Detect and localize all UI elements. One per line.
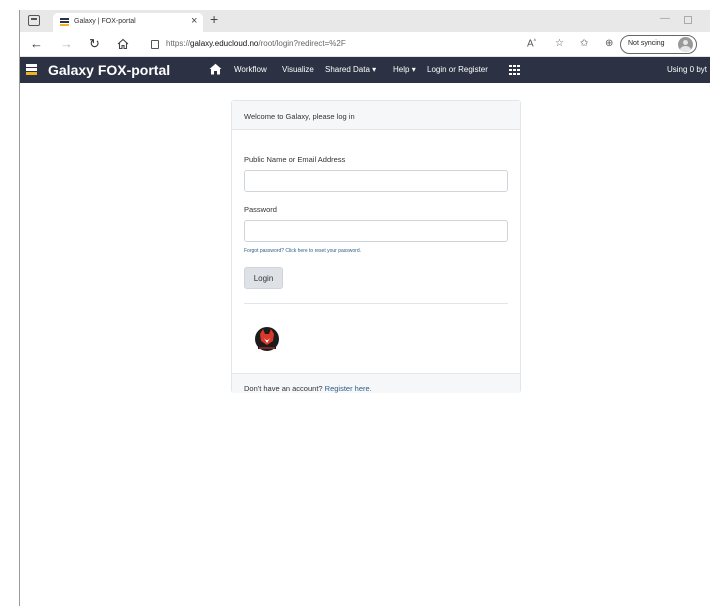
refresh-icon[interactable]: ↻ [89, 36, 100, 52]
minimize-icon[interactable]: — [660, 13, 670, 24]
address-bar[interactable]: https://galaxy.educloud.no/root/login?re… [166, 39, 346, 48]
new-tab-icon[interactable]: + [210, 11, 218, 27]
menu-login-register[interactable]: Login or Register [427, 65, 488, 74]
password-field[interactable] [244, 220, 508, 242]
read-aloud-icon[interactable]: Aᴬ [527, 38, 536, 49]
login-heading: Welcome to Galaxy, please log in [244, 112, 355, 121]
galaxy-logo-icon[interactable] [26, 64, 37, 76]
password-label: Password [244, 205, 277, 214]
close-tab-icon[interactable]: × [191, 15, 197, 27]
login-card-footer: Don't have an account? Register here. [232, 373, 520, 393]
menu-help-label: Help [393, 65, 410, 74]
home-nav-icon[interactable] [209, 63, 222, 75]
sync-label: Not syncing [628, 40, 665, 47]
url-prefix: https:// [166, 39, 191, 48]
grid-apps-icon[interactable] [509, 65, 520, 75]
profile-sync-button[interactable]: Not syncing [620, 35, 697, 54]
register-link[interactable]: Register here. [325, 384, 372, 393]
menu-visualize[interactable]: Visualize [282, 65, 314, 74]
register-prompt-text: Don't have an account? [244, 384, 325, 393]
favorites-icon[interactable]: ✩ [580, 38, 588, 49]
email-field[interactable] [244, 170, 508, 192]
galaxy-favicon-icon [60, 18, 69, 27]
collections-icon[interactable]: ⊕ [605, 38, 613, 49]
caret-down-icon: ▾ [411, 65, 416, 74]
galaxy-masthead: Galaxy FOX-portal Workflow Visualize Sha… [20, 57, 710, 83]
menu-shared-data-label: Shared Data [325, 65, 370, 74]
menu-help[interactable]: Help ▾ [393, 65, 416, 74]
home-icon[interactable] [117, 38, 129, 50]
tab-strip: Galaxy | FOX-portal × + — [20, 10, 710, 32]
browser-tab[interactable]: Galaxy | FOX-portal × [53, 13, 203, 32]
back-arrow-icon[interactable]: ← [30, 36, 43, 52]
navigation-bar: ← → ↻ https://galaxy.educloud.no/root/lo… [20, 32, 710, 57]
tab-title: Galaxy | FOX-portal [74, 18, 136, 25]
register-prompt: Don't have an account? Register here. [244, 384, 372, 393]
menu-shared-data[interactable]: Shared Data ▾ [325, 65, 376, 74]
browser-window: Galaxy | FOX-portal × + — ← → ↻ https://… [19, 10, 710, 606]
forgot-password-link[interactable]: Forgot password? Click here to reset you… [244, 248, 361, 254]
forward-arrow-icon[interactable]: → [60, 36, 73, 52]
lock-icon[interactable] [151, 40, 159, 49]
quota-usage: Using 0 byt [667, 65, 708, 74]
email-label: Public Name or Email Address [244, 155, 346, 164]
url-path: /root/login?redirect=%2F [258, 39, 346, 48]
divider [244, 303, 508, 304]
add-favorite-icon[interactable]: ☆ [555, 38, 564, 49]
brand-title[interactable]: Galaxy FOX-portal [48, 62, 170, 78]
fox-portal-logo-icon [255, 327, 279, 351]
profile-icon [678, 37, 693, 52]
login-card-header: Welcome to Galaxy, please log in [232, 101, 520, 130]
tab-actions-icon[interactable] [28, 15, 40, 26]
maximize-icon[interactable] [684, 16, 692, 24]
login-card: Welcome to Galaxy, please log in Public … [231, 100, 521, 393]
login-button[interactable]: Login [244, 267, 283, 289]
url-host: galaxy.educloud.no [190, 39, 259, 48]
menu-workflow[interactable]: Workflow [234, 65, 267, 74]
caret-down-icon: ▾ [372, 65, 377, 74]
